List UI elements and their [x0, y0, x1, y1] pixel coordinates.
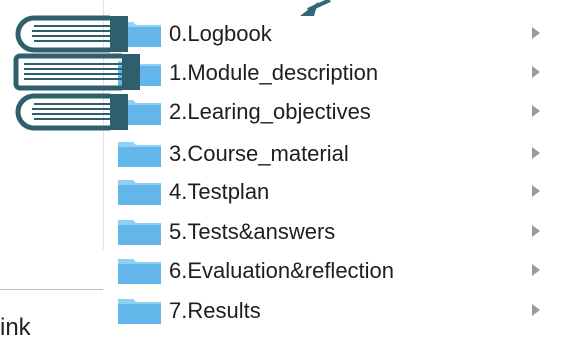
folder-row-module-description[interactable]: 1.Module_description	[106, 52, 563, 92]
folder-label: 5.Tests&answers	[169, 219, 336, 244]
arrow-icon	[300, 0, 331, 16]
disclosure-triangle-icon[interactable]	[532, 304, 540, 316]
disclosure-triangle-icon[interactable]	[532, 66, 540, 78]
folder-label: 1.Module_description	[169, 60, 379, 85]
folder-list: 0.Logbook 1.Module_description 2.Learing…	[106, 0, 563, 348]
separator-line	[0, 289, 103, 290]
book-icon	[15, 15, 128, 53]
disclosure-triangle-icon[interactable]	[532, 264, 540, 276]
folder-row-results[interactable]: 7.Results	[106, 290, 563, 330]
folder-label: 2.Learing_objectives	[169, 99, 371, 124]
folder-label: 0.Logbook	[169, 21, 272, 46]
folder-row-tests-answers[interactable]: 5.Tests&answers	[106, 211, 563, 251]
folder-row-course-material[interactable]: 3.Course_material	[106, 133, 563, 173]
book-icon	[15, 93, 128, 131]
disclosure-triangle-icon[interactable]	[532, 225, 540, 237]
folder-label: 7.Results	[169, 298, 261, 323]
folder-icon	[118, 180, 161, 205]
book-icon	[13, 53, 140, 91]
folder-row-evaluation-reflection[interactable]: 6.Evaluation&reflection	[106, 250, 563, 290]
disclosure-triangle-icon[interactable]	[532, 185, 540, 197]
folder-label: 3.Course_material	[169, 141, 349, 166]
folder-icon	[118, 299, 161, 324]
folder-icon	[118, 142, 161, 167]
disclosure-triangle-icon[interactable]	[532, 105, 540, 117]
folder-label: 4.Testplan	[169, 179, 270, 204]
folder-label: 6.Evaluation&reflection	[169, 258, 395, 283]
disclosure-triangle-icon[interactable]	[532, 27, 540, 39]
folder-icon	[118, 259, 161, 284]
background-text-fragment: ink	[0, 314, 31, 341]
disclosure-triangle-icon[interactable]	[532, 147, 540, 159]
folder-row-learing-objectives[interactable]: 2.Learing_objectives	[106, 91, 563, 131]
folder-icon	[118, 220, 161, 245]
folder-row-logbook[interactable]: 0.Logbook	[106, 13, 563, 53]
folder-row-testplan[interactable]: 4.Testplan	[106, 171, 563, 211]
